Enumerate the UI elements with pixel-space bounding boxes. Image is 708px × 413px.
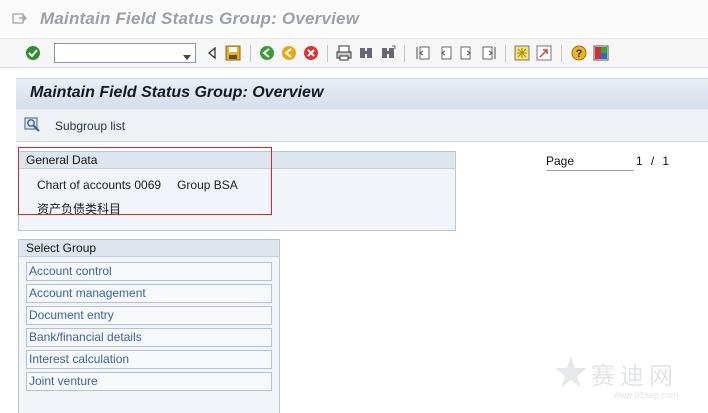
group-text: Group BSA xyxy=(177,178,238,192)
page-total: 1 xyxy=(662,154,670,168)
select-group-account-management[interactable]: Account management xyxy=(26,284,272,303)
print-icon[interactable] xyxy=(335,44,353,62)
select-group-account-control[interactable]: Account control xyxy=(26,262,272,281)
system-menu-icon[interactable] xyxy=(12,12,28,26)
page-label: Page xyxy=(546,154,634,171)
chart-of-accounts-line: Chart of accounts 0069 Group BSA xyxy=(37,178,238,192)
page-indicator: 1 / 1 xyxy=(636,154,670,168)
cancel-icon[interactable] xyxy=(302,44,320,62)
subgroup-list-icon xyxy=(24,117,42,136)
last-page-icon[interactable] xyxy=(480,44,498,62)
command-field[interactable] xyxy=(54,43,196,63)
save-icon[interactable] xyxy=(224,44,242,62)
page-title: Maintain Field Status Group: Overview xyxy=(30,84,324,101)
standard-toolbar: ? xyxy=(0,38,708,68)
page-separator: / xyxy=(650,154,655,168)
next-page-icon[interactable] xyxy=(458,44,476,62)
application-toolbar: Subgroup list xyxy=(16,108,708,142)
shortcut-icon[interactable] xyxy=(535,44,553,62)
screen-header: Maintain Field Status Group: Overview xyxy=(16,78,708,108)
find-icon[interactable] xyxy=(357,44,375,62)
collapse-triangle-icon[interactable] xyxy=(203,44,221,62)
select-group-joint-venture[interactable]: Joint venture xyxy=(26,372,272,391)
command-dropdown-icon[interactable] xyxy=(182,50,192,60)
subgroup-list-label: Subgroup list xyxy=(55,119,126,133)
general-data-box: General Data Chart of accounts 0069 Group… xyxy=(18,151,456,231)
command-input[interactable] xyxy=(57,46,175,60)
title-bar: Maintain Field Status Group: Overview xyxy=(0,0,708,38)
select-group-title: Select Group xyxy=(19,240,279,257)
find-next-icon[interactable] xyxy=(379,44,397,62)
exit-icon[interactable] xyxy=(280,44,298,62)
enter-check-icon[interactable] xyxy=(24,44,42,62)
create-session-icon[interactable] xyxy=(513,44,531,62)
chart-of-accounts-text: Chart of accounts 0069 xyxy=(37,178,162,192)
group-description: 资产负债类科目 xyxy=(37,202,122,216)
select-group-box: Select Group Account control Account man… xyxy=(18,239,280,413)
page-current: 1 xyxy=(636,154,644,168)
subgroup-list-button[interactable]: Subgroup list xyxy=(24,117,125,135)
first-page-icon[interactable] xyxy=(414,44,432,62)
previous-page-icon[interactable] xyxy=(436,44,454,62)
select-group-document-entry[interactable]: Document entry xyxy=(26,306,272,325)
select-group-interest-calculation[interactable]: Interest calculation xyxy=(26,350,272,369)
help-icon[interactable]: ? xyxy=(570,44,588,62)
back-icon[interactable] xyxy=(258,44,276,62)
general-data-title: General Data xyxy=(19,152,455,169)
select-group-bank-financial-details[interactable]: Bank/financial details xyxy=(26,328,272,347)
window-title: Maintain Field Status Group: Overview xyxy=(40,9,360,28)
customize-layout-icon[interactable] xyxy=(592,44,610,62)
svg-text:?: ? xyxy=(576,48,583,60)
